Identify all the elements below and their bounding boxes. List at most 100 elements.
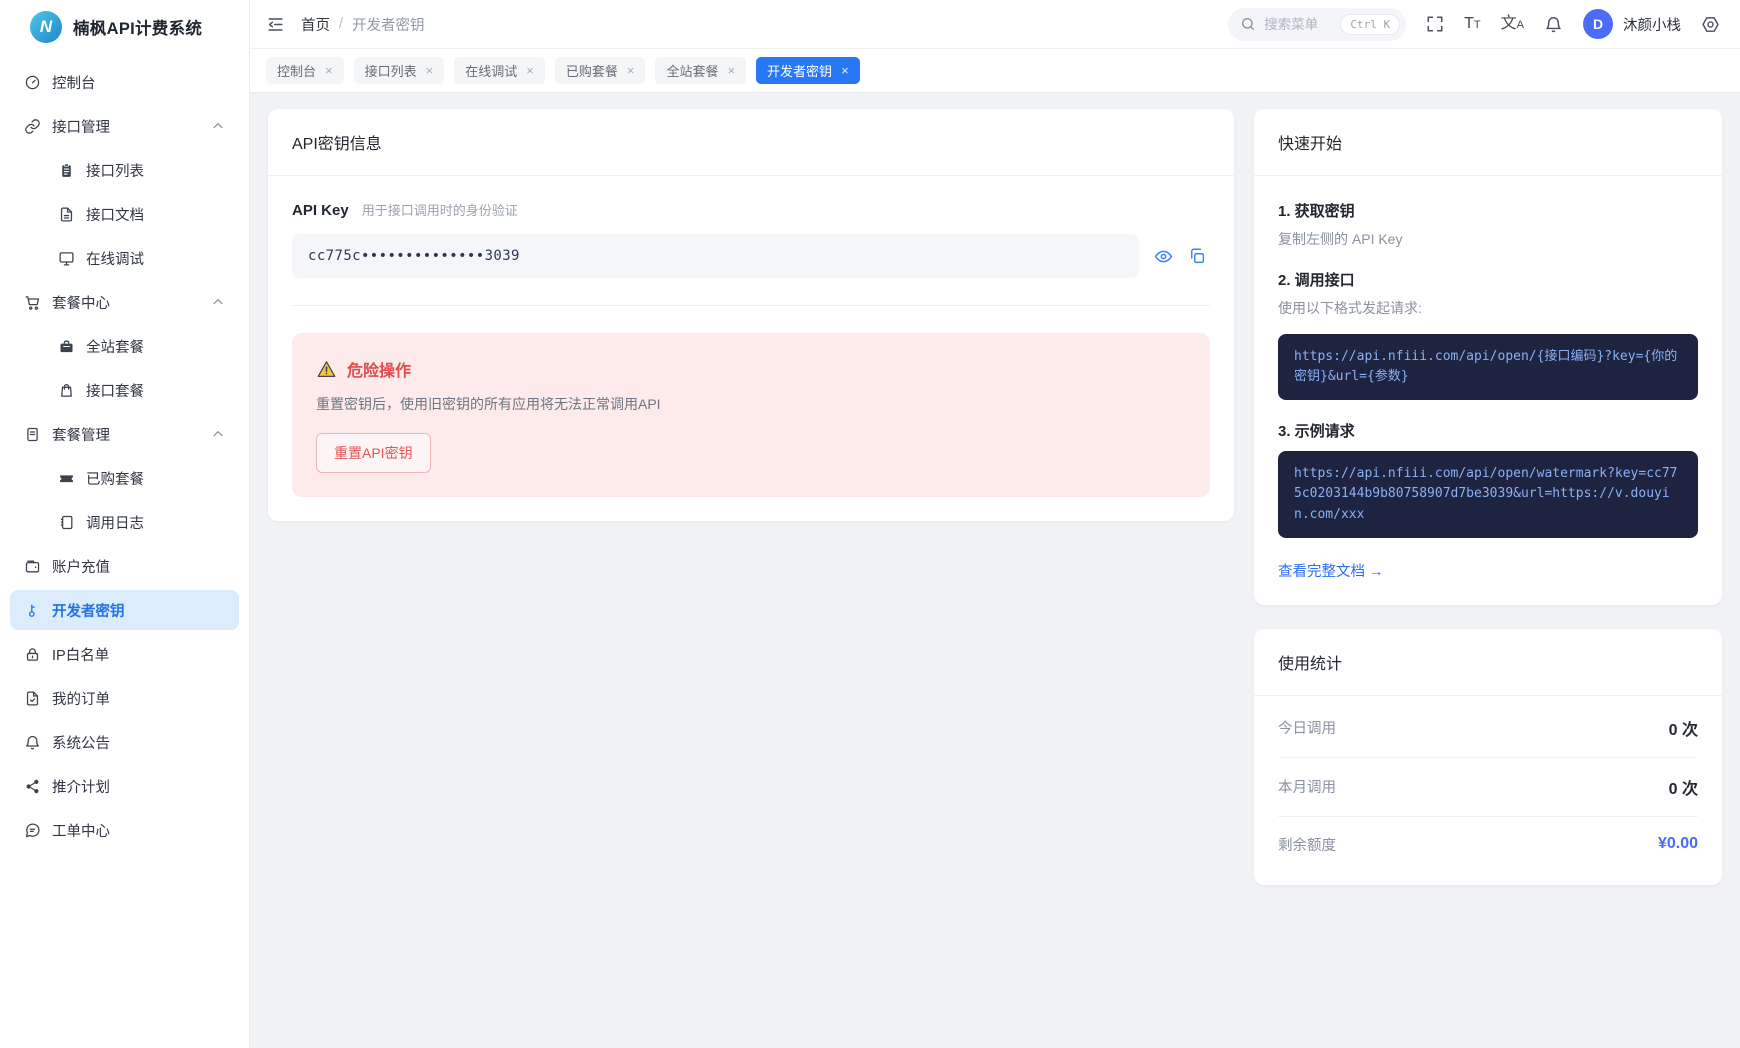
briefcase-icon <box>58 338 75 355</box>
tab-developer-key[interactable]: 开发者密钥 × <box>756 57 860 84</box>
sidebar-item-api-management[interactable]: 接口管理 <box>10 106 239 146</box>
app-logo[interactable]: N 楠枫API计费系统 <box>10 0 239 54</box>
sidebar-item-call-logs[interactable]: 调用日志 <box>10 502 239 542</box>
tab-bar: 控制台 × 接口列表 × 在线调试 × 已购套餐 × 全站套餐 × 开发者密钥 … <box>250 48 1740 93</box>
wallet-icon <box>24 558 41 575</box>
close-icon[interactable]: × <box>727 64 735 77</box>
stat-value: 0 次 <box>1668 721 1698 739</box>
sidebar-item-label: 全站套餐 <box>86 339 144 356</box>
sidebar-item-label: 我的订单 <box>52 691 110 708</box>
sidebar-item-ip-whitelist[interactable]: IP白名单 <box>10 634 239 674</box>
sidebar-item-recharge[interactable]: 账户充值 <box>10 546 239 586</box>
link-icon <box>24 118 41 135</box>
quickstart-step-title: 3. 示例请求 <box>1278 423 1355 441</box>
api-key-card-title: API密钥信息 <box>268 109 1234 176</box>
sidebar-item-label: 套餐中心 <box>52 295 110 312</box>
sidebar-item-label: 接口列表 <box>86 163 144 180</box>
quickstart-step-title: 2. 调用接口 <box>1278 272 1355 289</box>
sidebar-item-label: 推介计划 <box>52 779 110 796</box>
sidebar-item-referral[interactable]: 推介计划 <box>10 766 239 806</box>
right-column: 快速开始 1. 获取密钥 复制左侧的 API Key 2. 调用接口 使用以下格… <box>1254 109 1722 885</box>
request-format-code: https://api.nfiii.com/api/open/{接口编码}?ke… <box>1278 334 1698 401</box>
sidebar-item-dashboard[interactable]: 控制台 <box>10 62 239 102</box>
tab-label: 全站套餐 <box>666 64 719 79</box>
close-icon[interactable]: × <box>426 64 434 77</box>
close-icon[interactable]: × <box>841 64 849 77</box>
sidebar-item-developer-key[interactable]: 开发者密钥 <box>10 590 239 630</box>
sidebar-item-my-orders[interactable]: 我的订单 <box>10 678 239 718</box>
sidebar-item-plan-management[interactable]: 套餐管理 <box>10 414 239 454</box>
logo-icon: N <box>30 11 62 43</box>
fullscreen-icon[interactable] <box>1426 15 1444 33</box>
notebook-icon <box>58 514 75 531</box>
sidebar-item-label: 已购套餐 <box>86 471 144 488</box>
settings-gear-icon[interactable] <box>1701 15 1720 34</box>
usage-stats-card-title: 使用统计 <box>1254 629 1722 696</box>
translate-icon[interactable]: 文A <box>1501 16 1524 32</box>
api-key-hint: 用于接口调用时的身份验证 <box>361 203 518 218</box>
order-icon <box>24 690 41 707</box>
sidebar-item-label: 接口管理 <box>52 119 110 136</box>
sidebar-item-api-docs[interactable]: 接口文档 <box>10 194 239 234</box>
left-column: API密钥信息 API Key 用于接口调用时的身份验证 cc775c•••••… <box>268 109 1234 521</box>
topbar: 首页 / 开发者密钥 Ctrl K TT 文A D <box>250 0 1740 48</box>
example-request-code: https://api.nfiii.com/api/open/watermark… <box>1278 451 1698 538</box>
tab-label: 已购套餐 <box>565 64 618 79</box>
sidebar-item-site-plans[interactable]: 全站套餐 <box>10 326 239 366</box>
tab-api-list[interactable]: 接口列表 × <box>353 57 445 84</box>
stat-row-today-calls: 今日调用 0 次 <box>1278 708 1698 758</box>
view-docs-link[interactable]: 查看完整文档 → <box>1278 560 1384 581</box>
close-icon[interactable]: × <box>627 64 635 77</box>
shopping-bag-icon <box>58 382 75 399</box>
notification-bell-icon[interactable] <box>1544 15 1563 34</box>
tab-label: 开发者密钥 <box>767 64 833 79</box>
sidebar-item-announcements[interactable]: 系统公告 <box>10 722 239 762</box>
close-icon[interactable]: × <box>325 64 333 77</box>
app-root: N 楠枫API计费系统 控制台 接口管理 接口列表 接口文档 在线调试 套餐中心… <box>0 0 1740 1048</box>
quickstart-step-description: 复制左侧的 API Key <box>1278 231 1403 247</box>
sidebar-item-ticket-center[interactable]: 工单中心 <box>10 810 239 850</box>
tab-site-plans[interactable]: 全站套餐 × <box>655 57 747 84</box>
lock-icon <box>24 646 41 663</box>
sidebar-item-online-debug[interactable]: 在线调试 <box>10 238 239 278</box>
user-name: 沐颜小栈 <box>1623 17 1681 34</box>
stat-label: 本月调用 <box>1278 780 1336 797</box>
usage-stats-card: 使用统计 今日调用 0 次 本月调用 0 次 剩余额度 ¥0.00 <box>1254 628 1722 885</box>
sidebar-item-label: 接口套餐 <box>86 383 144 400</box>
breadcrumb: 首页 / 开发者密钥 <box>301 14 425 35</box>
stat-value: 0 次 <box>1668 780 1698 798</box>
search-box[interactable]: Ctrl K <box>1228 7 1407 41</box>
sidebar: N 楠枫API计费系统 控制台 接口管理 接口列表 接口文档 在线调试 套餐中心… <box>0 0 250 1048</box>
sidebar-item-label: 工单中心 <box>52 823 110 840</box>
sidebar-item-api-list[interactable]: 接口列表 <box>10 150 239 190</box>
api-key-card: API密钥信息 API Key 用于接口调用时的身份验证 cc775c•••••… <box>268 109 1234 521</box>
breadcrumb-home[interactable]: 首页 <box>301 14 330 35</box>
close-icon[interactable]: × <box>526 64 534 77</box>
bell-icon <box>24 734 41 751</box>
copy-key-icon[interactable] <box>1188 247 1206 265</box>
stat-label: 剩余额度 <box>1278 837 1336 854</box>
chevron-up-icon <box>211 427 225 441</box>
tab-dashboard[interactable]: 控制台 × <box>266 57 344 84</box>
sidebar-item-purchased-plans[interactable]: 已购套餐 <box>10 458 239 498</box>
sidebar-item-plan-center[interactable]: 套餐中心 <box>10 282 239 322</box>
search-shortcut-badge: Ctrl K <box>1340 13 1401 35</box>
tab-label: 接口列表 <box>364 64 417 79</box>
search-input[interactable] <box>1264 16 1333 32</box>
user-menu[interactable]: D 沐颜小栈 <box>1583 9 1681 39</box>
search-icon <box>1242 18 1255 30</box>
tab-online-debug[interactable]: 在线调试 × <box>454 57 545 84</box>
sidebar-item-label: 开发者密钥 <box>52 603 125 620</box>
cart-icon <box>24 294 41 311</box>
stat-label: 今日调用 <box>1278 721 1336 738</box>
reset-api-key-button[interactable]: 重置API密钥 <box>316 433 431 473</box>
sidebar-item-api-plans[interactable]: 接口套餐 <box>10 370 239 410</box>
quickstart-step-title: 1. 获取密钥 <box>1278 203 1355 220</box>
sidebar-item-label: 调用日志 <box>86 515 144 532</box>
reveal-key-eye-icon[interactable] <box>1154 247 1173 266</box>
quickstart-card: 快速开始 1. 获取密钥 复制左侧的 API Key 2. 调用接口 使用以下格… <box>1254 109 1722 605</box>
text-size-icon[interactable]: TT <box>1464 16 1481 32</box>
tab-purchased-plans[interactable]: 已购套餐 × <box>554 57 646 84</box>
sidebar-item-label: IP白名单 <box>52 647 110 664</box>
collapse-sidebar-icon[interactable] <box>266 15 285 34</box>
